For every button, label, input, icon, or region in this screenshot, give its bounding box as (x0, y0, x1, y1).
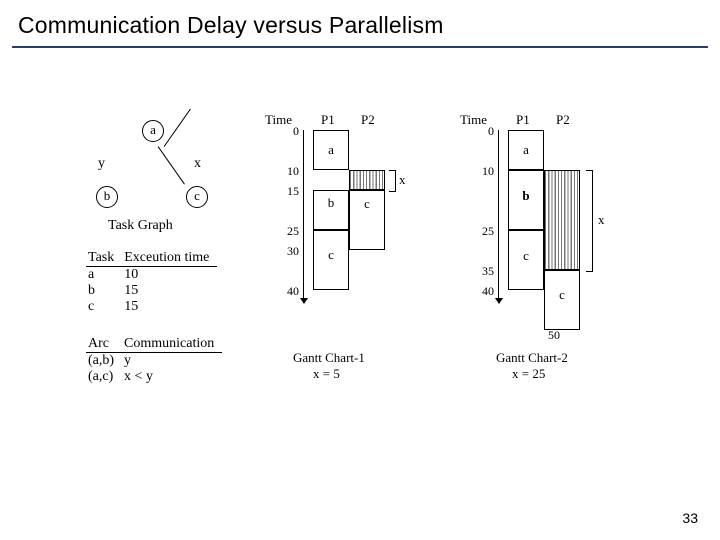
g1-tick-25: 25 (279, 224, 299, 239)
exec-r0c1: 10 (122, 267, 217, 284)
exec-r1c1: 15 (122, 283, 217, 299)
g1-tick-40: 40 (279, 284, 299, 299)
g1-x-label: x (399, 172, 406, 188)
g2-tick-50: 50 (540, 328, 560, 343)
node-a: a (142, 120, 164, 142)
g2-p1: P1 (516, 112, 530, 128)
edge-ab (164, 109, 191, 147)
arc-r0c1: y (122, 353, 222, 370)
page-number: 33 (682, 510, 698, 526)
slide: Communication Delay versus Parallelism a… (0, 0, 720, 540)
arc-hdr-comm: Communication (122, 336, 222, 353)
g1-subcaption: x = 5 (313, 366, 340, 382)
exec-table: TaskExceution time a10 b15 c15 (86, 250, 217, 315)
g1-bar-a: a (313, 130, 349, 170)
g2-subcaption: x = 25 (512, 366, 545, 382)
task-graph-caption: Task Graph (108, 218, 173, 234)
arc-hdr-arc: Arc (86, 336, 122, 353)
node-b: b (96, 186, 118, 208)
g1-bar-comm (349, 170, 385, 190)
gantt-chart-2: Time P1 P2 0 10 25 35 40 50 a b c c x Ga… (460, 112, 670, 402)
node-c: c (186, 186, 208, 208)
arc-r0c0: (a,b) (86, 353, 122, 370)
g2-bar-c-p1: c (508, 230, 544, 290)
gantt-chart-1: Time P1 P2 0 10 15 25 30 40 a b c c x Ga… (265, 112, 465, 402)
g1-tick-0: 0 (279, 124, 299, 139)
g2-x-label: x (598, 212, 605, 228)
title-rule (12, 46, 708, 48)
edge-label-y: y (98, 156, 105, 172)
exec-r2c0: c (86, 299, 122, 315)
arc-r1c1: x < y (122, 369, 222, 385)
edge-ac (158, 146, 185, 184)
g2-bar-c-p2: c (544, 270, 580, 330)
exec-r0c0: a (86, 267, 122, 284)
arc-table: ArcCommunication (a,b)y (a,c)x < y (86, 336, 222, 385)
g2-bar-b: b (508, 170, 544, 230)
g1-tick-10: 10 (279, 164, 299, 179)
g2-p2: P2 (556, 112, 570, 128)
g2-time-axis (498, 130, 499, 302)
g1-p2: P2 (361, 112, 375, 128)
g1-caption: Gantt Chart-1 (293, 350, 365, 366)
exec-r2c1: 15 (122, 299, 217, 315)
g1-x-bracket (389, 170, 396, 192)
g2-x-bracket (586, 170, 593, 272)
g2-tick-0: 0 (474, 124, 494, 139)
g1-bar-b: b (313, 190, 349, 230)
g1-tick-30: 30 (279, 244, 299, 259)
edge-label-x: x (194, 156, 201, 172)
arc-table-body: ArcCommunication (a,b)y (a,c)x < y (86, 336, 222, 385)
page-title: Communication Delay versus Parallelism (18, 12, 444, 39)
g2-caption: Gantt Chart-2 (496, 350, 568, 366)
exec-hdr-task: Task (86, 250, 122, 267)
g1-p1: P1 (321, 112, 335, 128)
g1-time-axis (303, 130, 304, 302)
g2-tick-40: 40 (474, 284, 494, 299)
arc-r1c0: (a,c) (86, 369, 122, 385)
g2-tick-10: 10 (474, 164, 494, 179)
exec-table-body: TaskExceution time a10 b15 c15 (86, 250, 217, 315)
g1-bar-c-p2: c (349, 190, 385, 250)
g1-tick-15: 15 (279, 184, 299, 199)
g2-bar-comm (544, 170, 580, 270)
g2-tick-35: 35 (474, 264, 494, 279)
task-graph: a b c y x Task Graph (90, 120, 230, 240)
exec-hdr-time: Exceution time (122, 250, 217, 267)
g2-tick-25: 25 (474, 224, 494, 239)
exec-r1c0: b (86, 283, 122, 299)
g1-bar-c-p1: c (313, 230, 349, 290)
g2-bar-a: a (508, 130, 544, 170)
